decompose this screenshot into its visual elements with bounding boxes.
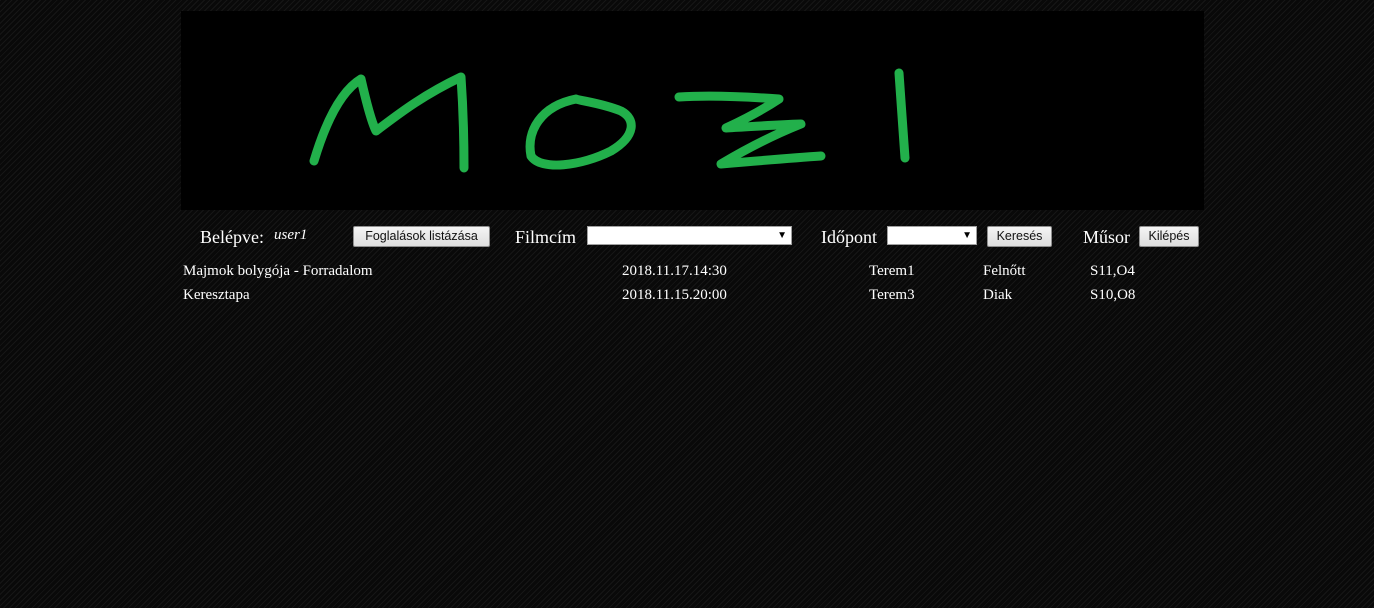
booking-row: Majmok bolygója - Forradalom 2018.11.17.… [183,262,1183,286]
booking-title: Majmok bolygója - Forradalom [183,263,373,279]
logout-button[interactable]: Kilépés [1139,226,1199,247]
time-label: Időpont [821,227,877,247]
booking-ticket-type: Felnőtt [983,263,1026,279]
film-title-select[interactable]: ▼ [587,226,792,245]
booking-room: Terem3 [869,287,915,303]
booking-ticket-type: Diak [983,287,1013,303]
booking-seats: S11,O4 [1090,263,1135,279]
booking-title: Keresztapa [183,287,250,303]
search-button[interactable]: Keresés [987,226,1052,247]
booking-room: Terem1 [869,263,915,279]
dropdown-arrow-icon: ▼ [962,230,972,241]
booking-seats: S10,O8 [1090,287,1136,303]
logged-in-label: Belépve: [200,227,264,247]
booking-datetime: 2018.11.15.20:00 [622,287,727,303]
booking-datetime: 2018.11.17.14:30 [622,263,727,279]
dropdown-arrow-icon: ▼ [777,230,787,241]
list-bookings-button[interactable]: Foglalások listázása [353,226,490,247]
toolbar: Belépve: user1 Foglalások listázása Film… [181,222,1204,252]
time-select[interactable]: ▼ [887,226,977,245]
mozi-logo [309,68,910,173]
booking-row: Keresztapa 2018.11.15.20:00 Terem3 Diak … [183,286,1183,310]
program-label: Műsor [1083,227,1131,247]
username: user1 [274,227,308,243]
header-banner [181,11,1204,210]
film-title-label: Filmcím [515,227,577,247]
bookings-list: Majmok bolygója - Forradalom 2018.11.17.… [183,262,1183,310]
